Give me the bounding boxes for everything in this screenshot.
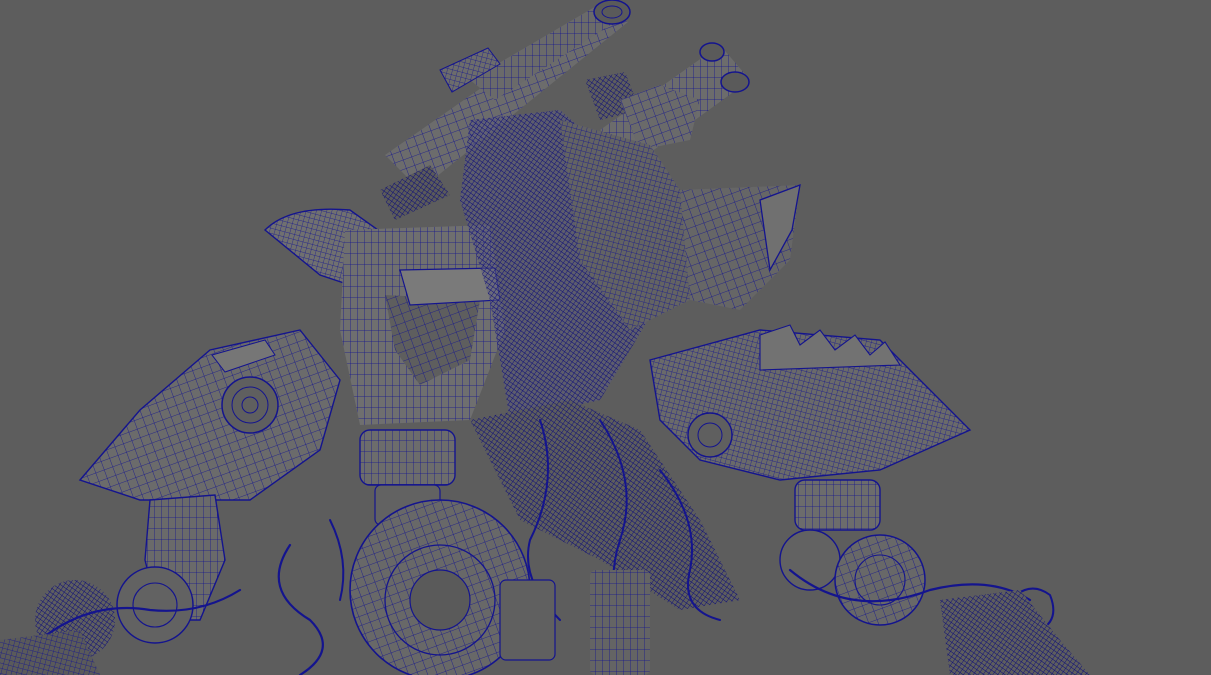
right-arm-icon — [649, 324, 972, 481]
3d-viewport[interactable] — [0, 0, 1211, 675]
left-arm-icon — [78, 329, 341, 501]
left-foot-icon — [0, 494, 242, 675]
mech-model-wireframe[interactable] — [0, 0, 1211, 675]
right-foot-icon — [779, 529, 1090, 675]
right-hip-joint-icon — [794, 479, 881, 531]
